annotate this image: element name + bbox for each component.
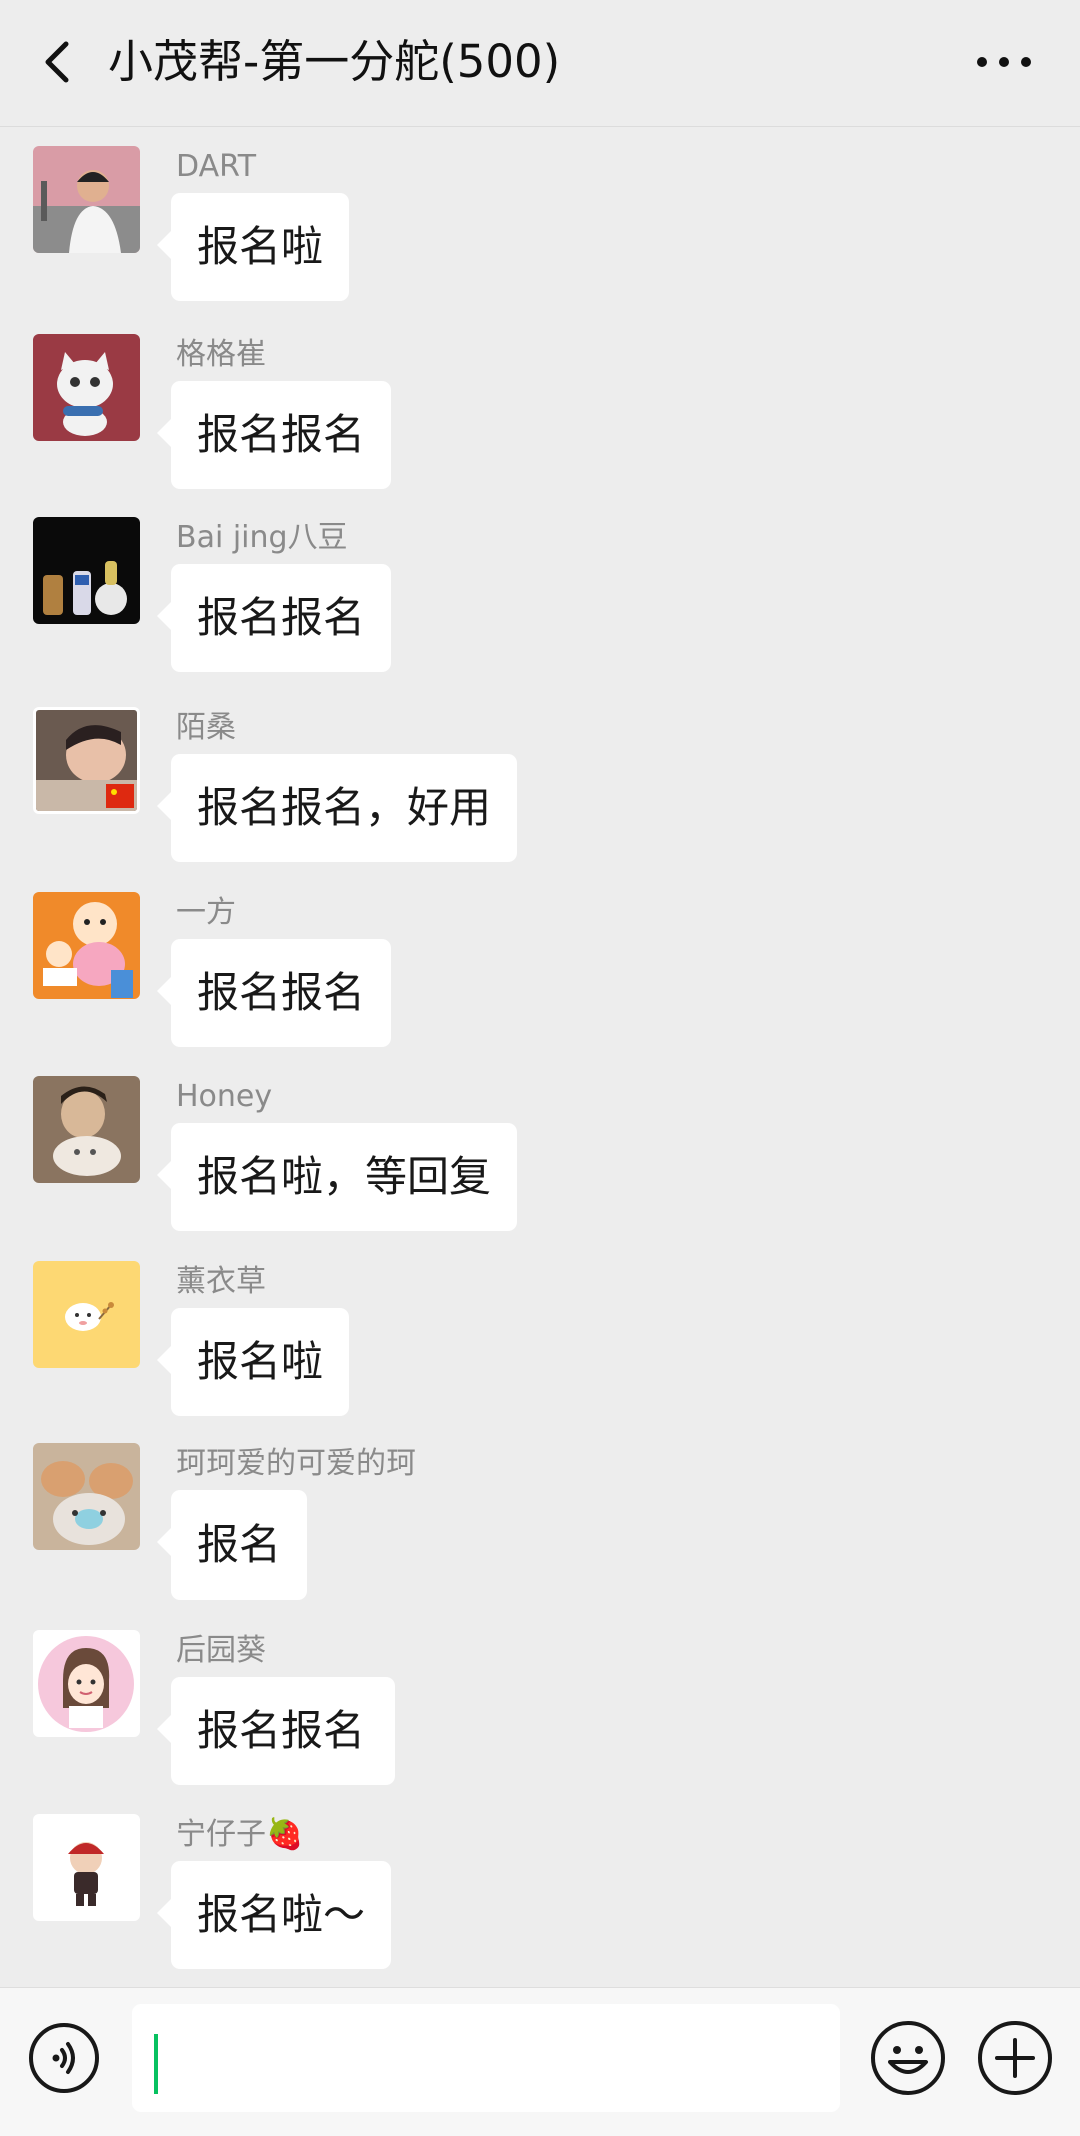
message-input[interactable] bbox=[132, 2004, 840, 2112]
sender-name: Honey bbox=[176, 1079, 273, 1114]
message-item: 薰衣草 报名啦 bbox=[0, 1250, 1080, 1426]
chevron-left-icon bbox=[45, 41, 69, 83]
chat-title: 小茂帮-第一分舵(500) bbox=[108, 35, 561, 88]
sender-name: 格格崔 bbox=[176, 337, 266, 372]
message-bubble[interactable]: 报名 bbox=[156, 1490, 308, 1600]
message-list: DART 报名啦 格格崔 报名报名 Bai jing八豆 报名报名 陌桑 报名报… bbox=[0, 127, 1080, 1987]
message-item: 珂珂爱的可爱的珂 报名 bbox=[0, 1432, 1080, 1608]
message-bubble[interactable]: 报名啦～ bbox=[156, 1861, 392, 1969]
sender-name: 一方 bbox=[176, 895, 236, 930]
voice-button[interactable] bbox=[28, 2022, 100, 2094]
sender-name: 陌桑 bbox=[176, 710, 236, 745]
message-bubble[interactable]: 报名啦，等回复 bbox=[156, 1123, 518, 1231]
avatar[interactable] bbox=[33, 334, 140, 441]
emoji-button[interactable] bbox=[870, 2020, 946, 2096]
sender-name: 后园葵 bbox=[176, 1633, 266, 1668]
message-item: 宁仔子🍓 报名啦～ bbox=[0, 1803, 1080, 1979]
message-item: 陌桑 报名报名，好用 bbox=[0, 696, 1080, 872]
more-button[interactable] bbox=[972, 36, 1052, 88]
message-bubble[interactable]: 报名报名 bbox=[156, 939, 392, 1047]
emoji-icon bbox=[871, 2021, 945, 2095]
avatar[interactable] bbox=[33, 1630, 140, 1737]
avatar[interactable] bbox=[33, 1814, 140, 1921]
plus-icon bbox=[978, 2021, 1052, 2095]
sender-name: 宁仔子🍓 bbox=[176, 1817, 304, 1852]
avatar[interactable] bbox=[33, 707, 140, 814]
message-item: Bai jing八豆 报名报名 bbox=[0, 506, 1080, 682]
voice-icon bbox=[29, 2023, 99, 2093]
more-dots-icon bbox=[977, 57, 1031, 67]
message-item: DART 报名啦 bbox=[0, 135, 1080, 311]
top-bar: 小茂帮-第一分舵(500) bbox=[0, 0, 1080, 127]
message-item: 一方 报名报名 bbox=[0, 881, 1080, 1057]
message-item: 后园葵 报名报名 bbox=[0, 1619, 1080, 1795]
avatar[interactable] bbox=[33, 1261, 140, 1368]
message-bubble[interactable]: 报名啦 bbox=[156, 1308, 350, 1416]
avatar[interactable] bbox=[33, 517, 140, 624]
sender-name: 薰衣草 bbox=[176, 1264, 266, 1299]
sender-name: DART bbox=[176, 149, 257, 184]
input-bar bbox=[0, 1987, 1080, 2136]
text-cursor bbox=[154, 2034, 158, 2094]
message-bubble[interactable]: 报名报名 bbox=[156, 564, 392, 672]
back-button[interactable] bbox=[30, 32, 90, 92]
message-bubble[interactable]: 报名啦 bbox=[156, 193, 350, 301]
message-bubble[interactable]: 报名报名 bbox=[157, 1677, 395, 1785]
avatar[interactable] bbox=[33, 146, 140, 253]
plus-button[interactable] bbox=[977, 2020, 1053, 2096]
message-item: Honey 报名啦，等回复 bbox=[0, 1065, 1080, 1241]
avatar[interactable] bbox=[33, 1443, 140, 1550]
message-bubble[interactable]: 报名报名，好用 bbox=[156, 754, 518, 862]
avatar[interactable] bbox=[33, 892, 140, 999]
sender-name: 珂珂爱的可爱的珂 bbox=[176, 1446, 416, 1481]
message-bubble[interactable]: 报名报名 bbox=[156, 381, 392, 489]
message-item: 格格崔 报名报名 bbox=[0, 323, 1080, 499]
sender-name: Bai jing八豆 bbox=[176, 520, 348, 555]
avatar[interactable] bbox=[33, 1076, 140, 1183]
